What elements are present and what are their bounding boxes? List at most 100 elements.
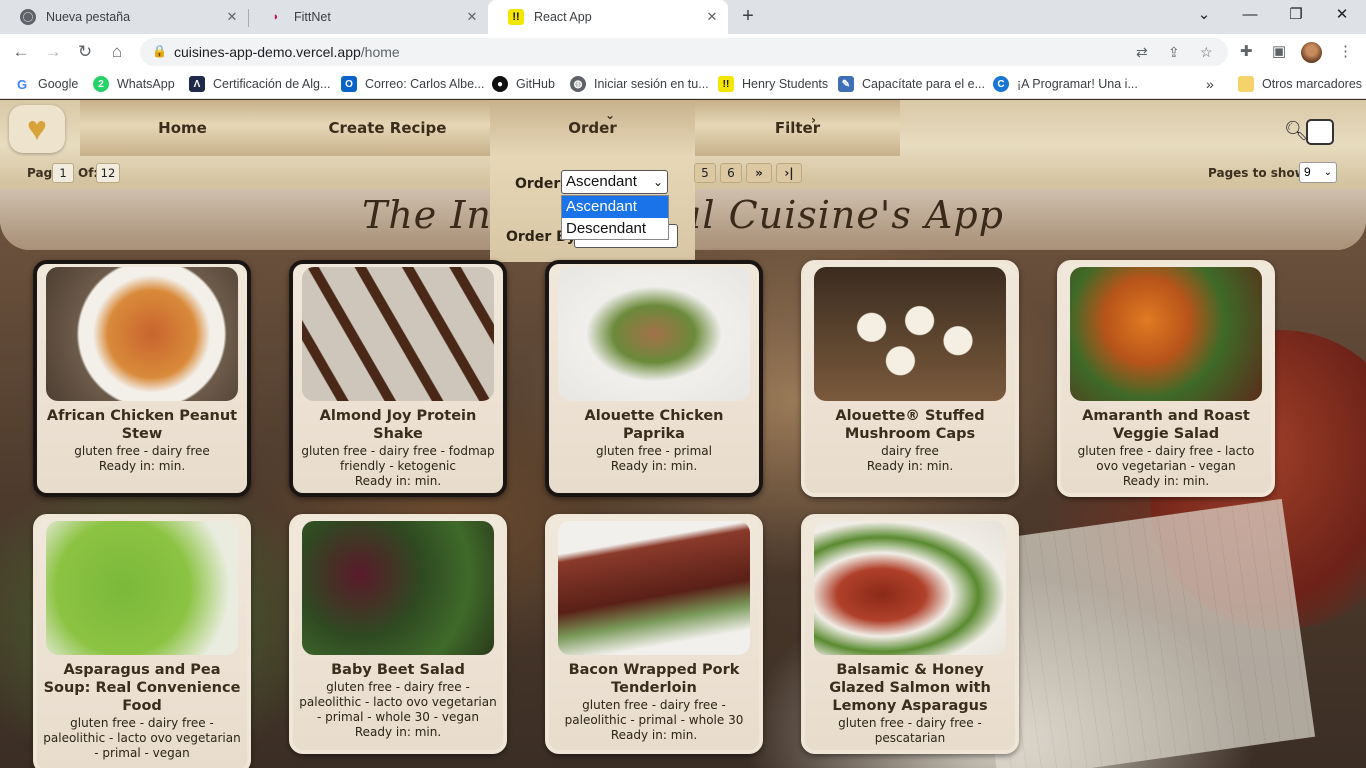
recipe-image <box>814 521 1006 655</box>
recipe-title: Balsamic & Honey Glazed Salmon with Lemo… <box>829 662 991 714</box>
recipe-image <box>302 267 494 401</box>
chevron-down-icon: ⌄ <box>652 175 663 189</box>
tab-react-app[interactable]: !! React App ✕ <box>488 0 728 34</box>
recipe-card[interactable]: African Chicken Peanut Stew gluten free … <box>33 260 251 497</box>
page-button[interactable]: 5 <box>694 163 716 183</box>
bookmark-whatsapp[interactable]: 2 WhatsApp <box>93 76 175 92</box>
recipe-card[interactable]: Alouette Chicken Paprika gluten free - p… <box>545 260 763 497</box>
recipe-card[interactable]: Alouette® Stuffed Mushroom Caps dairy fr… <box>801 260 1019 497</box>
c-icon: C <box>993 76 1009 92</box>
address-bar[interactable]: 🔒 cuisines-app-demo.vercel.app/home ⇄ ⇪ … <box>140 38 1228 66</box>
page-button[interactable]: 6 <box>720 163 742 183</box>
back-icon[interactable]: ← <box>10 41 32 63</box>
recipe-diets: gluten free - dairy free - lacto ovo veg… <box>1077 444 1255 473</box>
chrome-icon <box>20 9 36 25</box>
recipe-diets: gluten free - dairy free - paleolithic -… <box>564 698 744 727</box>
current-page-field[interactable]: 1 <box>52 163 74 183</box>
pages-to-show-select[interactable]: 9 ⌄ <box>1299 162 1337 183</box>
bookmark-a-programar[interactable]: C ¡A Programar! Una i... <box>993 76 1138 92</box>
globe-icon: ◍ <box>570 76 586 92</box>
next-pages-button[interactable]: » <box>746 163 772 183</box>
whatsapp-icon: 2 <box>93 76 109 92</box>
recipe-image <box>46 267 238 401</box>
heart-logo-icon: ♥ <box>26 110 48 148</box>
github-icon: ● <box>492 76 508 92</box>
bookmarks-overflow-icon[interactable]: » <box>1206 76 1214 92</box>
bookmark-google[interactable]: G Google <box>14 76 78 92</box>
recipe-image <box>814 267 1006 401</box>
nav-filter[interactable]: Filter › <box>695 100 900 156</box>
pages-to-show-label: Pages to show: <box>1208 166 1311 180</box>
tab-title: Nueva pestaña <box>46 10 131 24</box>
recipe-card[interactable]: Balsamic & Honey Glazed Salmon with Lemo… <box>801 514 1019 754</box>
nav-create-recipe[interactable]: Create Recipe <box>285 100 490 156</box>
bookmark-github[interactable]: ● GitHub <box>492 76 555 92</box>
lock-icon[interactable]: 🔒 <box>152 44 167 58</box>
recipe-title: Almond Joy Protein Shake <box>319 408 477 442</box>
tab-nueva-pestana[interactable]: Nueva pestaña ✕ <box>0 0 248 34</box>
recipe-card[interactable]: Bacon Wrapped Pork Tenderloin gluten fre… <box>545 514 763 754</box>
recipe-ready-time: Ready in: min. <box>866 459 954 473</box>
reload-icon[interactable]: ↻ <box>74 41 96 63</box>
extensions-icon[interactable]: ✚ <box>1240 42 1253 60</box>
tab-fittnet[interactable]: ◗ FittNet ✕ <box>248 0 488 34</box>
recipe-card[interactable]: Asparagus and Pea Soup: Real Convenience… <box>33 514 251 768</box>
close-tab-icon[interactable]: ✕ <box>224 9 240 25</box>
order-select[interactable]: Ascendant ⌄ <box>561 170 668 194</box>
recipe-card[interactable]: Baby Beet Salad gluten free - dairy free… <box>289 514 507 754</box>
recipe-card[interactable]: Amaranth and Roast Veggie Salad gluten f… <box>1057 260 1275 497</box>
home-icon[interactable]: ⌂ <box>106 41 128 63</box>
search-icon[interactable]: 🔍︎ <box>1284 119 1308 143</box>
translate-icon[interactable]: ⇄ <box>1136 44 1148 61</box>
close-tab-icon[interactable]: ✕ <box>464 9 480 25</box>
recipe-image <box>558 267 750 401</box>
recipe-image <box>302 521 494 655</box>
bookmark-correo[interactable]: O Correo: Carlos Albe... <box>341 76 485 92</box>
search-input[interactable] <box>1306 119 1334 145</box>
bookmark-otros[interactable]: Otros marcadores <box>1238 76 1362 92</box>
nav-home[interactable]: Home <box>80 100 285 156</box>
bookmark-capacitate[interactable]: ✎ Capacítate para el e... <box>838 76 985 92</box>
google-icon: G <box>14 76 30 92</box>
tab-search-icon[interactable]: ⌄ <box>1192 5 1216 25</box>
new-tab-button[interactable]: + <box>738 6 758 28</box>
bookmark-iniciar-sesion[interactable]: ◍ Iniciar sesión en tu... <box>570 76 709 92</box>
react-app-icon: !! <box>508 9 524 25</box>
bookmark-star-icon[interactable]: ☆ <box>1200 44 1213 61</box>
share-icon[interactable]: ⇪ <box>1168 44 1180 61</box>
outlook-icon: O <box>341 76 357 92</box>
restore-icon[interactable]: ❐ <box>1284 5 1308 25</box>
browser-toolbar: ← → ↻ ⌂ 🔒 cuisines-app-demo.vercel.app/h… <box>0 34 1366 70</box>
close-window-icon[interactable]: ✕ <box>1330 5 1354 25</box>
menu-icon[interactable]: ⋮ <box>1338 42 1353 60</box>
forward-icon[interactable]: → <box>42 41 64 63</box>
recipe-diets: gluten free - dairy free - paleolithic -… <box>299 680 497 724</box>
url-text: cuisines-app-demo.vercel.app/home <box>174 44 400 60</box>
certification-icon: Λ <box>189 76 205 92</box>
order-label: Order: <box>515 176 566 192</box>
tab-title: FittNet <box>294 10 331 24</box>
minimize-icon[interactable]: — <box>1238 5 1262 25</box>
recipe-card[interactable]: Almond Joy Protein Shake gluten free - d… <box>289 260 507 497</box>
recipe-diets: gluten free - dairy free - paleolithic -… <box>43 716 241 760</box>
close-tab-icon[interactable]: ✕ <box>704 9 720 25</box>
side-panel-icon[interactable]: ▣ <box>1272 42 1286 60</box>
profile-avatar[interactable] <box>1301 42 1322 63</box>
folder-icon <box>1238 76 1254 92</box>
recipe-diets: gluten free - primal <box>596 444 712 458</box>
app-logo[interactable]: ♥ <box>9 105 65 153</box>
bookmarks-bar: G Google 2 WhatsApp Λ Certificación de Alg.… <box>0 70 1366 99</box>
recipe-title: Baby Beet Salad <box>331 662 465 678</box>
option-ascendant[interactable]: Ascendant <box>562 196 668 218</box>
page-content: The International Cuisine's App ♥ Home C… <box>0 100 1366 768</box>
recipe-title: Amaranth and Roast Veggie Salad <box>1082 408 1250 442</box>
recipe-image <box>558 521 750 655</box>
document-icon: ✎ <box>838 76 854 92</box>
bookmark-certificacion[interactable]: Λ Certificación de Alg... <box>189 76 330 92</box>
last-page-button[interactable]: ›| <box>776 163 802 183</box>
option-descendant[interactable]: Descendant <box>562 218 668 240</box>
tab-title: React App <box>534 10 592 24</box>
nav-order[interactable]: Order ⌄ <box>490 100 695 156</box>
recipe-title: Asparagus and Pea Soup: Real Convenience… <box>43 662 241 714</box>
bookmark-henry[interactable]: !! Henry Students <box>718 76 828 92</box>
